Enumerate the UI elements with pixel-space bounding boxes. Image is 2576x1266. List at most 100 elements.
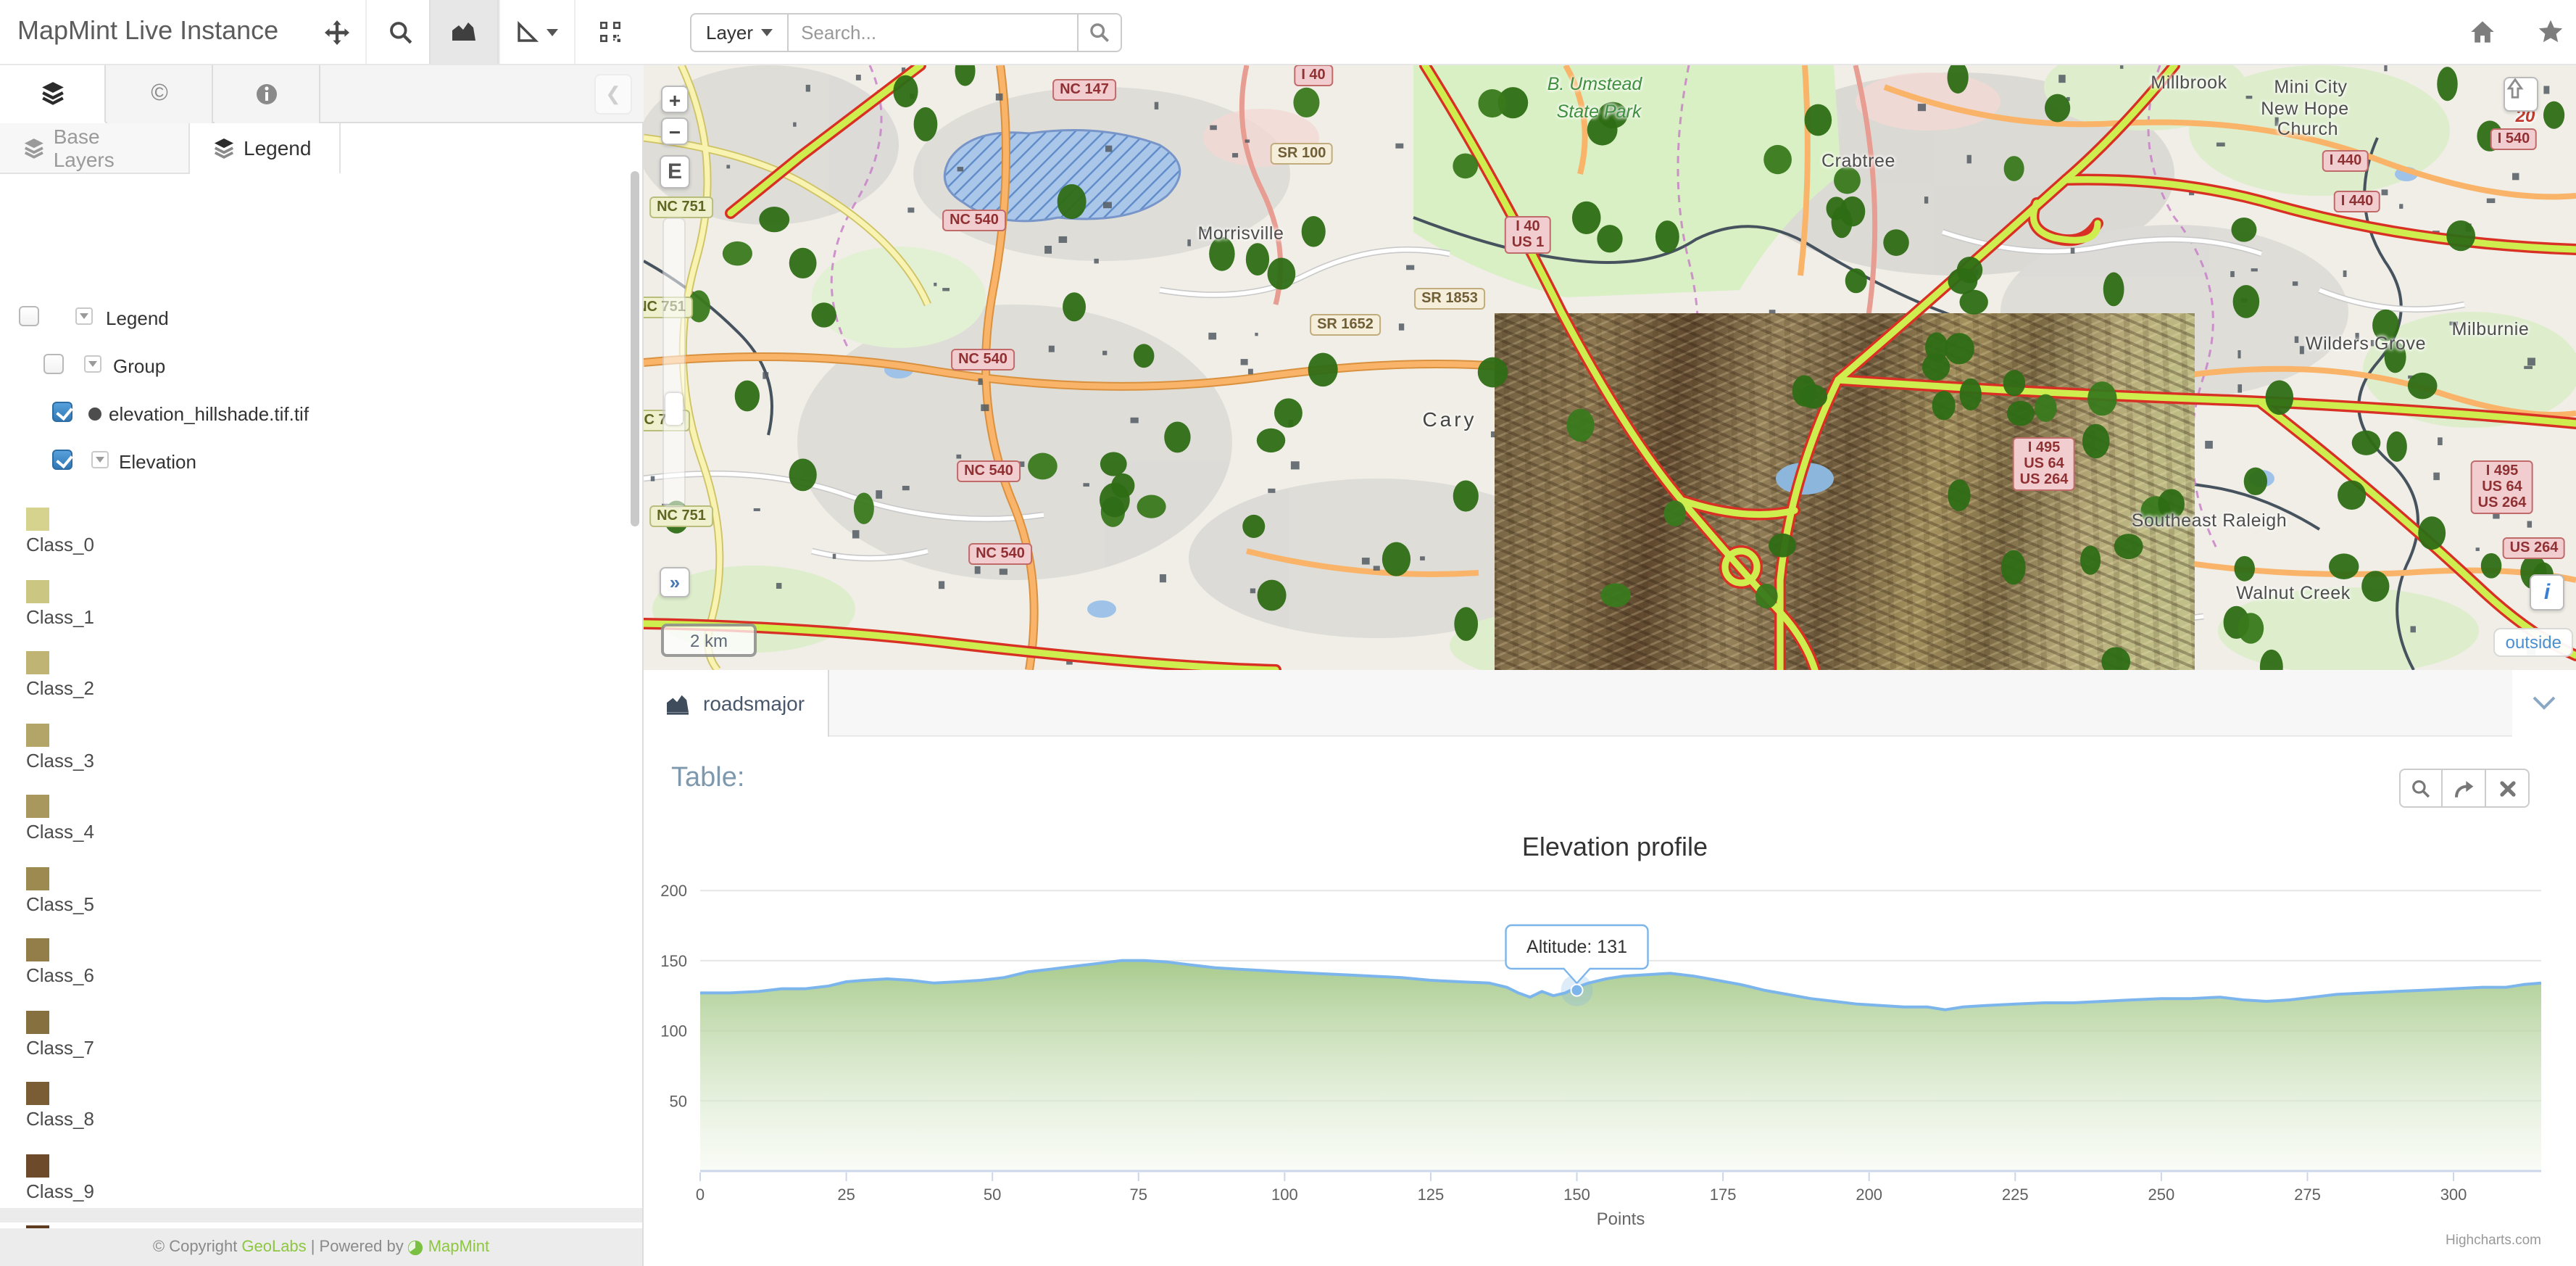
elevation-profile-svg: Elevation profile50100150200025507510012… bbox=[644, 821, 2576, 1256]
expand-panel-button[interactable]: » bbox=[660, 567, 690, 597]
class-color-swatch bbox=[26, 1154, 49, 1177]
copyright-icon: © bbox=[151, 81, 168, 107]
svg-text:Highcharts.com: Highcharts.com bbox=[2446, 1233, 2541, 1248]
layer-checkbox[interactable] bbox=[52, 450, 72, 470]
class-label: Class_4 bbox=[26, 821, 94, 843]
map-viewport[interactable]: B. UmsteadState ParkMorrisvilleCaryCrabt… bbox=[644, 65, 2576, 670]
zoom-to-button[interactable] bbox=[2399, 769, 2443, 808]
class-label: Class_5 bbox=[26, 893, 94, 914]
qr-grid-icon bbox=[598, 20, 621, 44]
data-point-marker bbox=[2385, 342, 2406, 373]
tab-roadsmajor[interactable]: roadsmajor bbox=[644, 670, 829, 737]
slider-thumb[interactable] bbox=[665, 393, 683, 425]
layer-checkbox[interactable] bbox=[43, 354, 64, 374]
tree-expand-icon[interactable] bbox=[84, 355, 101, 373]
svg-text:200: 200 bbox=[660, 882, 687, 900]
grid-tool-button[interactable] bbox=[574, 0, 644, 64]
class-label: Class_1 bbox=[26, 605, 94, 627]
profile-tool-button[interactable] bbox=[429, 0, 499, 64]
caret-down-icon bbox=[760, 29, 772, 36]
tab-layers[interactable] bbox=[0, 65, 106, 123]
data-point-marker bbox=[2329, 553, 2359, 579]
sidebar-icon-tabs: © ❮ bbox=[0, 65, 644, 123]
export-button[interactable] bbox=[2443, 769, 2486, 808]
sidebar-collapse-button[interactable]: ❮ bbox=[594, 74, 632, 115]
data-point-marker bbox=[1805, 104, 1832, 136]
data-point-marker bbox=[1883, 229, 1908, 256]
data-point-marker bbox=[2238, 613, 2264, 644]
data-point-marker bbox=[1246, 243, 1269, 276]
layer-dropdown-button[interactable]: Layer bbox=[690, 13, 788, 52]
data-point-marker bbox=[2007, 401, 2035, 426]
tree-label[interactable]: Elevation bbox=[119, 451, 196, 473]
data-point-marker bbox=[2372, 310, 2399, 342]
zoom-out-button[interactable]: − bbox=[661, 117, 689, 145]
geolabs-link[interactable]: GeoLabs bbox=[241, 1238, 306, 1256]
class-color-swatch bbox=[26, 1082, 49, 1105]
sidebar-scrollbar[interactable] bbox=[631, 171, 639, 526]
points-layer bbox=[664, 65, 2565, 670]
data-point-marker bbox=[1293, 88, 1319, 117]
svg-text:Altitude: 131: Altitude: 131 bbox=[1526, 937, 1627, 957]
close-panel-button[interactable] bbox=[2486, 769, 2530, 808]
move-icon bbox=[324, 20, 349, 44]
class-label: Class_0 bbox=[26, 534, 94, 555]
collapse-panel-button[interactable] bbox=[2512, 670, 2576, 737]
elevation-chart[interactable]: Elevation profile50100150200025507510012… bbox=[644, 821, 2576, 1256]
layer-checkbox[interactable] bbox=[52, 402, 72, 422]
info-tool-button[interactable]: i bbox=[2530, 574, 2564, 611]
svg-text:300: 300 bbox=[2440, 1186, 2467, 1204]
mapmint-link[interactable]: MapMint bbox=[428, 1238, 489, 1256]
data-point-marker bbox=[2103, 273, 2124, 307]
tree-label[interactable]: Group bbox=[113, 355, 165, 377]
plus-icon: + bbox=[669, 88, 681, 111]
tree-expand-icon[interactable] bbox=[91, 451, 109, 468]
data-point-marker bbox=[759, 207, 789, 232]
svg-text:Points: Points bbox=[1597, 1209, 1645, 1229]
data-point-marker bbox=[1454, 607, 1478, 641]
layer-opacity-slider[interactable] bbox=[662, 218, 686, 508]
mapmint-app: MapMint Live Instance Layer bbox=[0, 0, 2576, 1266]
area-chart-icon bbox=[451, 20, 477, 44]
data-point-marker bbox=[1959, 290, 1987, 315]
favorite-button[interactable] bbox=[2537, 19, 2564, 52]
layer-checkbox[interactable] bbox=[19, 306, 39, 326]
class-label: Class_2 bbox=[26, 677, 94, 699]
search-input[interactable] bbox=[788, 13, 1078, 52]
data-point-marker bbox=[2437, 67, 2457, 101]
legend-class-item: Class_8 bbox=[26, 1082, 94, 1130]
measure-tool-button[interactable] bbox=[499, 0, 574, 64]
sidebar-hscroll-track bbox=[0, 1208, 642, 1222]
data-point-marker bbox=[1137, 495, 1166, 518]
tree-label[interactable]: Legend bbox=[106, 307, 169, 329]
tree-expand-icon[interactable] bbox=[75, 307, 93, 325]
search-submit-button[interactable] bbox=[1078, 13, 1121, 52]
home-icon bbox=[2469, 19, 2496, 45]
data-point-marker bbox=[688, 290, 710, 322]
legend-class-item: Class_0 bbox=[26, 508, 94, 555]
tab-legend[interactable]: Legend bbox=[190, 123, 341, 174]
data-point-marker bbox=[1566, 409, 1594, 442]
data-point-marker bbox=[1655, 220, 1679, 253]
edit-mode-button[interactable]: E bbox=[660, 155, 690, 189]
class-color-swatch bbox=[26, 938, 49, 961]
data-point-marker bbox=[1268, 257, 1296, 289]
data-point-marker bbox=[1100, 483, 1130, 517]
tree-label[interactable]: elevation_hillshade.tif.tif bbox=[109, 403, 309, 425]
data-point-marker bbox=[1597, 225, 1622, 252]
layer-dot-icon bbox=[88, 407, 101, 421]
svg-text:100: 100 bbox=[660, 1022, 687, 1040]
tab-copyright[interactable]: © bbox=[107, 65, 213, 123]
home-button[interactable] bbox=[2469, 19, 2496, 52]
svg-text:0: 0 bbox=[696, 1186, 705, 1204]
north-arrow-button[interactable] bbox=[2504, 77, 2538, 112]
data-point-marker bbox=[789, 248, 817, 278]
search-tool-button[interactable] bbox=[365, 0, 435, 64]
data-point-marker bbox=[2260, 650, 2283, 670]
bottom-tabbar: roadsmajor bbox=[644, 670, 2576, 737]
tab-base-layers[interactable]: Base Layers bbox=[0, 123, 190, 174]
tab-info[interactable] bbox=[215, 65, 320, 123]
data-point-marker bbox=[1478, 89, 1506, 117]
pan-tool-button[interactable] bbox=[302, 0, 371, 64]
zoom-in-button[interactable]: + bbox=[661, 86, 689, 113]
